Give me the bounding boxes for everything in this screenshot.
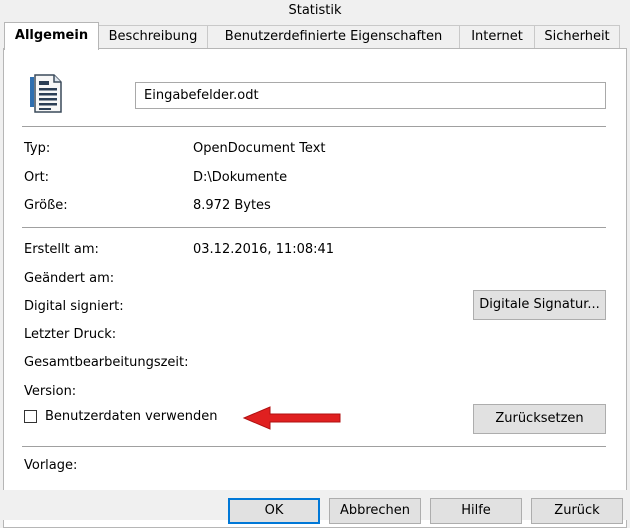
tab-sicherheit[interactable]: Sicherheit: [534, 25, 620, 48]
separator: [22, 126, 606, 127]
created-label: Erstellt am:: [24, 242, 99, 257]
tab-strip: Beschreibung Benutzerdefinierte Eigensch…: [0, 22, 630, 50]
apply-user-data-label[interactable]: Benutzerdaten verwenden: [45, 409, 218, 424]
tab-internet[interactable]: Internet: [459, 25, 535, 48]
window-title: Statistik: [0, 0, 630, 22]
modified-label: Geändert am:: [24, 271, 115, 286]
type-value: OpenDocument Text: [193, 141, 326, 156]
tab-allgemein[interactable]: Allgemein: [4, 22, 99, 50]
location-label: Ort:: [24, 170, 50, 185]
cancel-button[interactable]: Abbrechen: [329, 498, 421, 524]
created-value: 03.12.2016, 11:08:41: [193, 242, 335, 257]
size-value: 8.972 Bytes: [193, 198, 271, 213]
location-value: D:\Dokumente: [193, 170, 288, 185]
tab-benutzerdefinierte-eigenschaften[interactable]: Benutzerdefinierte Eigenschaften: [207, 25, 460, 48]
tab-beschreibung[interactable]: Beschreibung: [98, 25, 208, 48]
separator: [22, 227, 606, 228]
last-printed-label: Letzter Druck:: [24, 327, 117, 342]
ok-button[interactable]: OK: [228, 498, 320, 524]
separator: [22, 446, 606, 447]
template-label: Vorlage:: [24, 458, 78, 473]
apply-user-data-checkbox[interactable]: [24, 410, 37, 423]
version-label: Version:: [24, 384, 77, 399]
digital-signature-button[interactable]: Digitale Signatur...: [473, 290, 606, 320]
type-label: Typ:: [24, 141, 51, 156]
red-arrow-icon: [240, 405, 344, 431]
document-icon: [26, 72, 70, 116]
tab-panel-allgemein: [3, 48, 627, 528]
reset-button[interactable]: Zurücksetzen: [473, 404, 606, 434]
total-edit-time-label: Gesamtbearbeitungszeit:: [24, 355, 189, 370]
help-button[interactable]: Hilfe: [430, 498, 522, 524]
back-button[interactable]: Zurück: [531, 498, 623, 524]
filename-field[interactable]: [135, 82, 606, 109]
signed-label: Digital signiert:: [24, 299, 124, 314]
size-label: Größe:: [24, 198, 68, 213]
